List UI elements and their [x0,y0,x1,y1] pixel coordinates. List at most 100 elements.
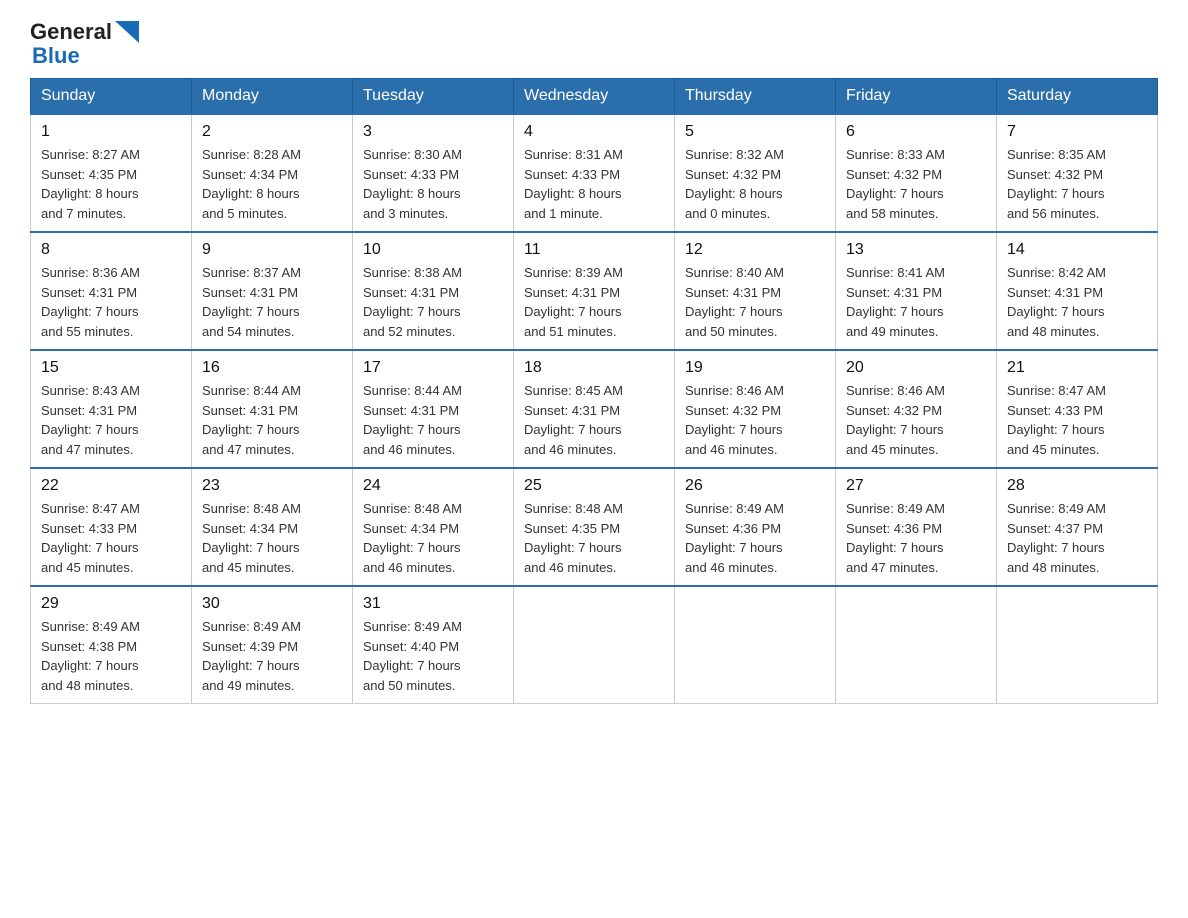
day-number: 15 [41,359,181,377]
day-number: 19 [685,359,825,377]
calendar-empty-cell [514,586,675,704]
header-wednesday: Wednesday [514,79,675,115]
calendar-day-cell: 29 Sunrise: 8:49 AMSunset: 4:38 PMDayligh… [31,586,192,704]
calendar-header-row: SundayMondayTuesdayWednesdayThursdayFrid… [31,79,1158,115]
day-number: 14 [1007,241,1147,259]
day-info: Sunrise: 8:35 AMSunset: 4:32 PMDaylight:… [1007,145,1147,223]
day-info: Sunrise: 8:33 AMSunset: 4:32 PMDaylight:… [846,145,986,223]
day-number: 28 [1007,477,1147,495]
header-sunday: Sunday [31,79,192,115]
day-info: Sunrise: 8:49 AMSunset: 4:37 PMDaylight:… [1007,499,1147,577]
calendar-week-row: 8Sunrise: 8:36 AMSunset: 4:31 PMDaylight… [31,232,1158,350]
calendar-day-cell: 28 Sunrise: 8:49 AMSunset: 4:37 PMDayligh… [997,468,1158,586]
calendar-day-cell: 20 Sunrise: 8:46 AMSunset: 4:32 PMDayligh… [836,350,997,468]
day-number: 3 [363,123,503,141]
day-info: Sunrise: 8:41 AMSunset: 4:31 PMDaylight:… [846,263,986,341]
calendar-day-cell: 23 Sunrise: 8:48 AMSunset: 4:34 PMDayligh… [192,468,353,586]
day-number: 17 [363,359,503,377]
calendar-empty-cell [997,586,1158,704]
calendar-day-cell: 15 Sunrise: 8:43 AMSunset: 4:31 PMDayligh… [31,350,192,468]
day-number: 1 [41,123,181,141]
calendar-day-cell: 9 Sunrise: 8:37 AMSunset: 4:31 PMDaylight… [192,232,353,350]
day-info: Sunrise: 8:48 AMSunset: 4:35 PMDaylight:… [524,499,664,577]
calendar-day-cell: 22 Sunrise: 8:47 AMSunset: 4:33 PMDayligh… [31,468,192,586]
calendar-table: SundayMondayTuesdayWednesdayThursdayFrid… [30,78,1158,704]
day-number: 22 [41,477,181,495]
day-number: 26 [685,477,825,495]
day-number: 18 [524,359,664,377]
calendar-day-cell: 7 Sunrise: 8:35 AMSunset: 4:32 PMDaylight… [997,114,1158,232]
day-info: Sunrise: 8:49 AMSunset: 4:40 PMDaylight:… [363,617,503,695]
calendar-week-row: 22 Sunrise: 8:47 AMSunset: 4:33 PMDayligh… [31,468,1158,586]
calendar-day-cell: 10 Sunrise: 8:38 AMSunset: 4:31 PMDayligh… [353,232,514,350]
day-number: 24 [363,477,503,495]
day-info: Sunrise: 8:47 AMSunset: 4:33 PMDaylight:… [1007,381,1147,459]
day-number: 30 [202,595,342,613]
calendar-day-cell: 13 Sunrise: 8:41 AMSunset: 4:31 PMDayligh… [836,232,997,350]
day-info: Sunrise: 8:47 AMSunset: 4:33 PMDaylight:… [41,499,181,577]
header-friday: Friday [836,79,997,115]
calendar-day-cell: 27 Sunrise: 8:49 AMSunset: 4:36 PMDayligh… [836,468,997,586]
day-info: Sunrise: 8:48 AMSunset: 4:34 PMDaylight:… [202,499,342,577]
header-thursday: Thursday [675,79,836,115]
calendar-empty-cell [675,586,836,704]
day-info: Sunrise: 8:30 AMSunset: 4:33 PMDaylight:… [363,145,503,223]
calendar-day-cell: 14 Sunrise: 8:42 AMSunset: 4:31 PMDayligh… [997,232,1158,350]
day-info: Sunrise: 8:49 AMSunset: 4:36 PMDaylight:… [846,499,986,577]
calendar-day-cell: 11 Sunrise: 8:39 AMSunset: 4:31 PMDayligh… [514,232,675,350]
calendar-day-cell: 30Sunrise: 8:49 AMSunset: 4:39 PMDayligh… [192,586,353,704]
logo-blue-text: Blue [32,44,80,68]
day-number: 20 [846,359,986,377]
day-number: 11 [524,241,664,259]
day-number: 8 [41,241,181,259]
calendar-day-cell: 12Sunrise: 8:40 AMSunset: 4:31 PMDayligh… [675,232,836,350]
day-info: Sunrise: 8:46 AMSunset: 4:32 PMDaylight:… [685,381,825,459]
calendar-day-cell: 21 Sunrise: 8:47 AMSunset: 4:33 PMDayligh… [997,350,1158,468]
logo-triangle-icon [115,21,139,43]
day-info: Sunrise: 8:31 AMSunset: 4:33 PMDaylight:… [524,145,664,223]
day-number: 10 [363,241,503,259]
day-info: Sunrise: 8:38 AMSunset: 4:31 PMDaylight:… [363,263,503,341]
day-number: 13 [846,241,986,259]
day-number: 5 [685,123,825,141]
day-info: Sunrise: 8:46 AMSunset: 4:32 PMDaylight:… [846,381,986,459]
day-info: Sunrise: 8:49 AMSunset: 4:38 PMDaylight:… [41,617,181,695]
day-number: 25 [524,477,664,495]
day-number: 27 [846,477,986,495]
calendar-day-cell: 4 Sunrise: 8:31 AMSunset: 4:33 PMDaylight… [514,114,675,232]
day-info: Sunrise: 8:45 AMSunset: 4:31 PMDaylight:… [524,381,664,459]
calendar-day-cell: 17 Sunrise: 8:44 AMSunset: 4:31 PMDayligh… [353,350,514,468]
day-info: Sunrise: 8:37 AMSunset: 4:31 PMDaylight:… [202,263,342,341]
day-number: 12 [685,241,825,259]
calendar-day-cell: 16 Sunrise: 8:44 AMSunset: 4:31 PMDayligh… [192,350,353,468]
header-monday: Monday [192,79,353,115]
day-info: Sunrise: 8:27 AMSunset: 4:35 PMDaylight:… [41,145,181,223]
day-number: 29 [41,595,181,613]
day-number: 16 [202,359,342,377]
day-number: 2 [202,123,342,141]
calendar-day-cell: 1 Sunrise: 8:27 AMSunset: 4:35 PMDaylight… [31,114,192,232]
day-info: Sunrise: 8:44 AMSunset: 4:31 PMDaylight:… [202,381,342,459]
day-number: 6 [846,123,986,141]
day-info: Sunrise: 8:43 AMSunset: 4:31 PMDaylight:… [41,381,181,459]
day-number: 9 [202,241,342,259]
calendar-day-cell: 6 Sunrise: 8:33 AMSunset: 4:32 PMDaylight… [836,114,997,232]
day-info: Sunrise: 8:32 AMSunset: 4:32 PMDaylight:… [685,145,825,223]
calendar-day-cell: 3 Sunrise: 8:30 AMSunset: 4:33 PMDaylight… [353,114,514,232]
day-info: Sunrise: 8:28 AMSunset: 4:34 PMDaylight:… [202,145,342,223]
page-header: General Blue [30,20,1158,68]
calendar-day-cell: 24Sunrise: 8:48 AMSunset: 4:34 PMDayligh… [353,468,514,586]
logo-container: General Blue [30,20,139,68]
logo-general-text: General [30,20,112,44]
calendar-day-cell: 2 Sunrise: 8:28 AMSunset: 4:34 PMDaylight… [192,114,353,232]
day-info: Sunrise: 8:49 AMSunset: 4:36 PMDaylight:… [685,499,825,577]
day-number: 7 [1007,123,1147,141]
day-info: Sunrise: 8:42 AMSunset: 4:31 PMDaylight:… [1007,263,1147,341]
calendar-day-cell: 5 Sunrise: 8:32 AMSunset: 4:32 PMDaylight… [675,114,836,232]
day-number: 4 [524,123,664,141]
day-info: Sunrise: 8:39 AMSunset: 4:31 PMDaylight:… [524,263,664,341]
logo: General Blue [30,20,139,68]
day-number: 23 [202,477,342,495]
day-info: Sunrise: 8:44 AMSunset: 4:31 PMDaylight:… [363,381,503,459]
day-number: 21 [1007,359,1147,377]
